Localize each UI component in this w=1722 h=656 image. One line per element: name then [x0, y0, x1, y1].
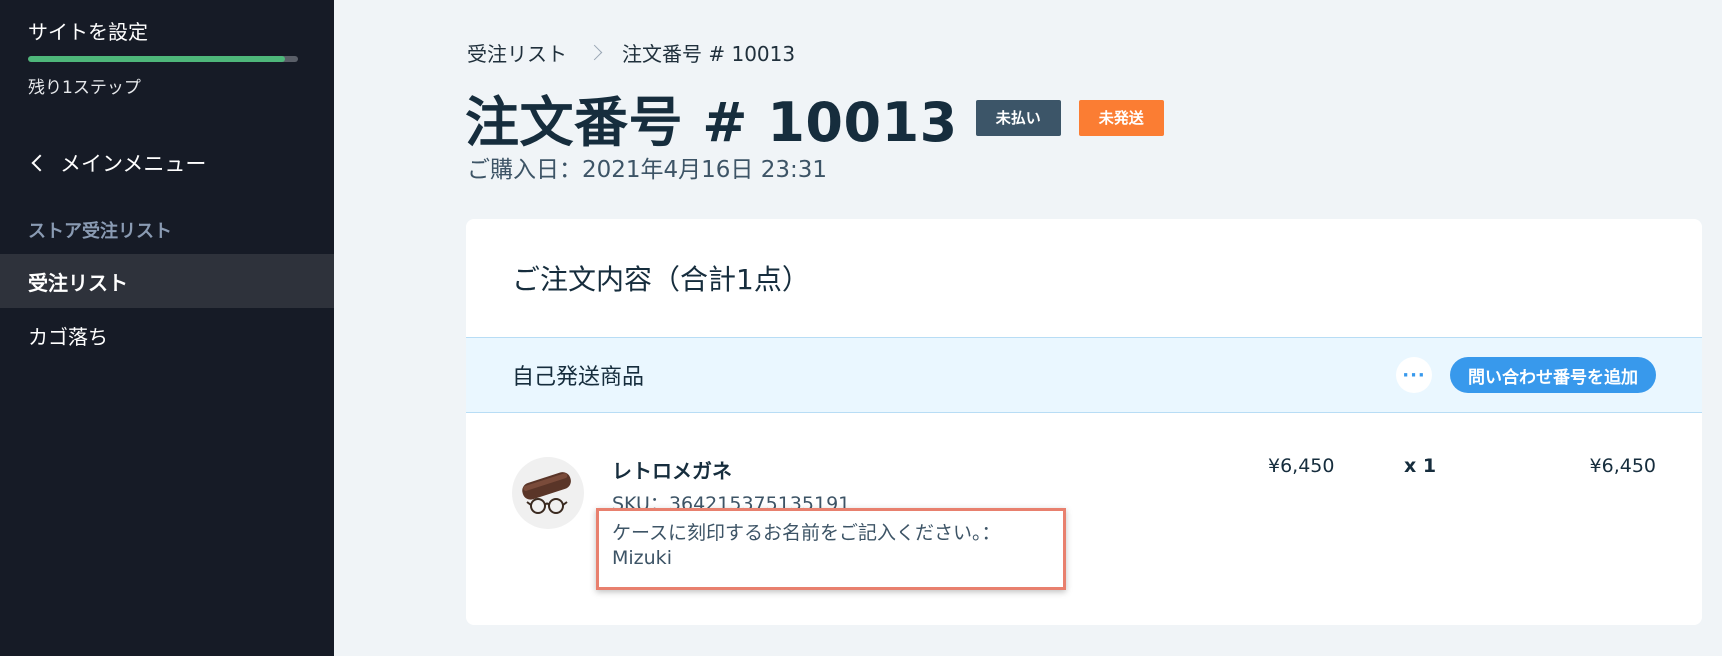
- order-items-card: ご注文内容（合計1点） 自己発送商品 ··· 問い合わせ番号を追加 レトロメガネ…: [466, 219, 1702, 625]
- custom-field-label: ケースに刻印するお名前をご記入ください。：: [612, 522, 1001, 544]
- main-content: 受注リスト 注文番号 # 10013 注文番号 # 10013 未払い 未発送 …: [334, 0, 1722, 656]
- custom-field-value: Mizuki: [612, 547, 672, 569]
- page-title: 注文番号 # 10013: [465, 91, 958, 154]
- glasses-case-image: [522, 472, 571, 514]
- unit-price: ¥6,450: [1268, 455, 1335, 477]
- more-actions-button[interactable]: ···: [1396, 357, 1432, 393]
- back-link-label: メインメニュー: [60, 152, 207, 176]
- fulfillment-status-badge: 未発送: [1078, 99, 1164, 136]
- chevron-right-icon: [586, 44, 603, 61]
- breadcrumb-current: 注文番号 # 10013: [622, 42, 796, 66]
- page-title-row: 注文番号 # 10013 未払い 未発送: [465, 78, 1164, 157]
- sidebar-item-label: カゴ落ち: [28, 324, 108, 349]
- purchase-date: ご購入日：2021年4月16日 23:31: [467, 157, 828, 183]
- sidebar-item-orders[interactable]: 受注リスト: [0, 254, 334, 308]
- add-tracking-number-button[interactable]: 問い合わせ番号を追加: [1450, 357, 1656, 393]
- setup-progress-bar: [28, 56, 298, 62]
- fulfillment-bar: 自己発送商品 ··· 問い合わせ番号を追加: [466, 337, 1702, 413]
- sidebar-item-abandoned-carts[interactable]: カゴ落ち: [0, 308, 334, 362]
- product-thumbnail[interactable]: [512, 457, 584, 529]
- sidebar-item-label: 受注リスト: [28, 270, 128, 295]
- breadcrumb: 受注リスト 注文番号 # 10013: [467, 38, 795, 67]
- sidebar: サイトを設定 残り1ステップ メインメニュー ストア受注リスト 受注リスト カゴ…: [0, 0, 334, 656]
- order-items-title: ご注文内容（合計1点）: [512, 263, 810, 296]
- line-item-row: レトロメガネ SKU：364215375135191 ケースに刻印するお名前をご…: [466, 413, 1702, 623]
- setup-title[interactable]: サイトを設定: [28, 16, 148, 45]
- payment-status-badge: 未払い: [975, 99, 1061, 136]
- back-to-main-menu-link[interactable]: メインメニュー: [28, 148, 206, 178]
- fulfillment-label: 自己発送商品: [512, 365, 645, 390]
- quantity: x 1: [1404, 455, 1437, 477]
- line-total: ¥6,450: [1589, 455, 1656, 477]
- sidebar-section-label: ストア受注リスト: [28, 221, 172, 242]
- custom-text-field-highlight: ケースに刻印するお名前をご記入ください。： Mizuki: [596, 508, 1066, 590]
- setup-progress-fill: [28, 56, 285, 62]
- more-dots-icon: ···: [1402, 364, 1426, 386]
- chevron-left-icon: [31, 154, 49, 172]
- setup-steps-remaining: 残り1ステップ: [28, 78, 141, 98]
- product-name[interactable]: レトロメガネ: [612, 455, 732, 484]
- breadcrumb-orders-link[interactable]: 受注リスト: [467, 38, 567, 67]
